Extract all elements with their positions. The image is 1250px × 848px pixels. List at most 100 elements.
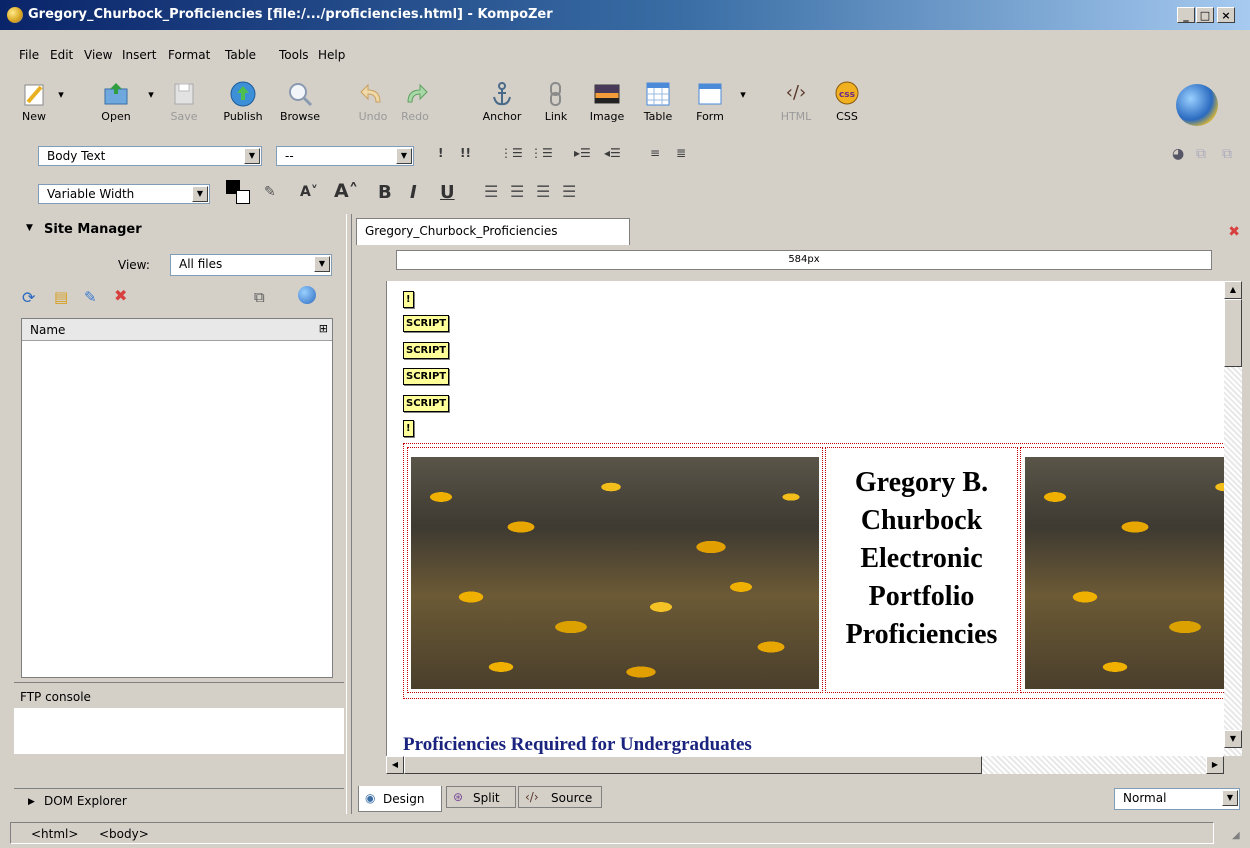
- anchor-button[interactable]: Anchor: [478, 80, 526, 123]
- align-left-icon[interactable]: ☰: [484, 182, 498, 201]
- column-picker-icon[interactable]: ⊞: [319, 322, 328, 335]
- split-view-tab[interactable]: ⊛ Split: [446, 786, 516, 808]
- justify-icon[interactable]: ☰: [562, 182, 576, 201]
- smaller-font-icon[interactable]: A˅: [300, 184, 318, 200]
- redo-button[interactable]: Redo: [398, 80, 432, 123]
- panel-divider: [14, 682, 344, 683]
- table-cell[interactable]: Gregory B. Churbock Electronic Portfolio…: [825, 447, 1018, 693]
- outdent-icon[interactable]: ◂☰: [604, 146, 621, 160]
- apply-style-icon[interactable]: ⧉: [1222, 146, 1232, 162]
- rule-options-icon[interactable]: ≣: [676, 146, 686, 160]
- open-dropdown-arrow-icon[interactable]: ▾: [146, 88, 156, 101]
- bold-icon[interactable]: B: [378, 182, 392, 203]
- menu-help[interactable]: Help: [318, 48, 345, 62]
- design-view-tab[interactable]: ◉ Design: [358, 786, 442, 812]
- dom-explorer-title[interactable]: DOM Explorer: [44, 794, 127, 808]
- menu-insert[interactable]: Insert: [122, 48, 156, 62]
- menu-edit[interactable]: Edit: [50, 48, 73, 62]
- larger-font-icon[interactable]: A˄: [334, 180, 358, 202]
- script-tag[interactable]: SCRIPT: [403, 395, 450, 412]
- css-button[interactable]: css CSS: [830, 80, 864, 123]
- undo-button[interactable]: Undo: [356, 80, 390, 123]
- align-right-icon[interactable]: ☰: [536, 182, 550, 201]
- collapse-triangle-icon[interactable]: ▼: [26, 223, 33, 233]
- edit-mode-select[interactable]: Normal ▼: [1114, 788, 1240, 810]
- crowd-photo-left[interactable]: [411, 457, 819, 689]
- panel-splitter[interactable]: [346, 214, 352, 814]
- scroll-right-icon[interactable]: ▶: [1206, 756, 1224, 774]
- document-tab[interactable]: Gregory_Churbock_Proficiencies: [356, 218, 630, 245]
- comment-tag[interactable]: !: [403, 420, 414, 437]
- new-folder-icon[interactable]: ▤: [54, 288, 68, 306]
- italic-icon[interactable]: I: [410, 182, 417, 203]
- menu-view[interactable]: View: [84, 48, 112, 62]
- save-button[interactable]: Save: [166, 80, 202, 123]
- highlight-pen-icon[interactable]: ✎: [264, 184, 276, 200]
- form-button[interactable]: Form: [690, 80, 730, 123]
- source-view-tab[interactable]: ‹/› Source: [518, 786, 602, 808]
- vertical-scroll-thumb[interactable]: [1224, 299, 1242, 367]
- crowd-photo-right[interactable]: [1025, 457, 1225, 689]
- spellcheck-icon[interactable]: ◕: [1172, 146, 1184, 162]
- horizontal-scrollbar[interactable]: ◀ ▶: [386, 756, 1224, 774]
- close-window-button[interactable]: ×: [1217, 7, 1235, 23]
- publish-button[interactable]: Publish: [222, 80, 264, 123]
- delete-site-icon[interactable]: ✖: [114, 286, 127, 305]
- important-icon[interactable]: !: [438, 146, 443, 160]
- vertical-scrollbar[interactable]: ▲ ▼: [1224, 281, 1242, 756]
- image-button[interactable]: Image: [586, 80, 628, 123]
- script-tag[interactable]: SCRIPT: [403, 315, 450, 332]
- table-cell[interactable]: [407, 447, 823, 693]
- table-button[interactable]: Table: [638, 80, 678, 123]
- script-tag[interactable]: SCRIPT: [403, 342, 450, 359]
- numbered-list-icon[interactable]: ⋮☰: [500, 146, 523, 160]
- refresh-icon[interactable]: ⟳: [22, 288, 35, 307]
- new-button[interactable]: New: [14, 80, 54, 123]
- class-select[interactable]: -- ▼: [276, 146, 414, 166]
- publish-site-globe-icon[interactable]: [298, 286, 316, 304]
- indent-icon[interactable]: ▸☰: [574, 146, 591, 160]
- browse-button[interactable]: Browse: [276, 80, 324, 123]
- double-important-icon[interactable]: !!: [460, 146, 471, 160]
- minimize-button[interactable]: _: [1177, 7, 1195, 23]
- breadcrumb-html[interactable]: <html>: [31, 827, 78, 841]
- menu-format[interactable]: Format: [168, 48, 210, 62]
- align-center-icon[interactable]: ☰: [510, 182, 524, 201]
- background-color-swatch[interactable]: [236, 190, 250, 204]
- open-button[interactable]: Open: [96, 80, 136, 123]
- script-tag[interactable]: SCRIPT: [403, 368, 450, 385]
- scroll-down-icon[interactable]: ▼: [1224, 730, 1242, 748]
- menu-table[interactable]: Table: [225, 48, 256, 62]
- design-canvas[interactable]: ! SCRIPT SCRIPT SCRIPT SCRIPT ! Gregory …: [386, 281, 1225, 756]
- expand-triangle-icon[interactable]: ▶: [28, 797, 35, 807]
- scroll-left-icon[interactable]: ◀: [386, 756, 404, 774]
- underline-icon[interactable]: U: [440, 182, 455, 203]
- copy-style-icon[interactable]: ⧉: [1196, 146, 1206, 162]
- site-file-list[interactable]: Name ⊞: [21, 318, 333, 678]
- scroll-up-icon[interactable]: ▲: [1224, 281, 1242, 299]
- link-button[interactable]: Link: [540, 80, 572, 123]
- menu-file[interactable]: File: [19, 48, 39, 62]
- table-cell[interactable]: [1020, 447, 1225, 693]
- site-tree-icon[interactable]: ⧉: [254, 288, 265, 306]
- header-table[interactable]: Gregory B. Churbock Electronic Portfolio…: [403, 443, 1225, 699]
- paragraph-style-select[interactable]: Body Text ▼: [38, 146, 262, 166]
- view-filter-select[interactable]: All files ▼: [170, 254, 332, 276]
- font-select[interactable]: Variable Width ▼: [38, 184, 210, 204]
- ftp-console-output[interactable]: [14, 708, 344, 754]
- new-dropdown-arrow-icon[interactable]: ▾: [56, 88, 66, 101]
- resize-grip-icon[interactable]: ◢: [1232, 830, 1240, 841]
- breadcrumb-body[interactable]: <body>: [99, 827, 149, 841]
- horizontal-scroll-thumb[interactable]: [404, 756, 982, 774]
- name-column-header[interactable]: Name ⊞: [22, 319, 332, 341]
- horizontal-rule-icon[interactable]: ≡: [650, 146, 660, 160]
- form-dropdown-arrow-icon[interactable]: ▾: [738, 88, 748, 101]
- edit-site-icon[interactable]: ✎: [84, 288, 97, 306]
- menu-tools[interactable]: Tools: [279, 48, 309, 62]
- maximize-button[interactable]: □: [1196, 7, 1214, 23]
- ftp-console-title: FTP console: [20, 690, 91, 704]
- html-button[interactable]: ‹/› HTML: [776, 80, 816, 123]
- comment-tag[interactable]: !: [403, 291, 414, 308]
- bullet-list-icon[interactable]: ⋮☰: [530, 146, 553, 160]
- close-tab-icon[interactable]: ✖: [1228, 224, 1240, 240]
